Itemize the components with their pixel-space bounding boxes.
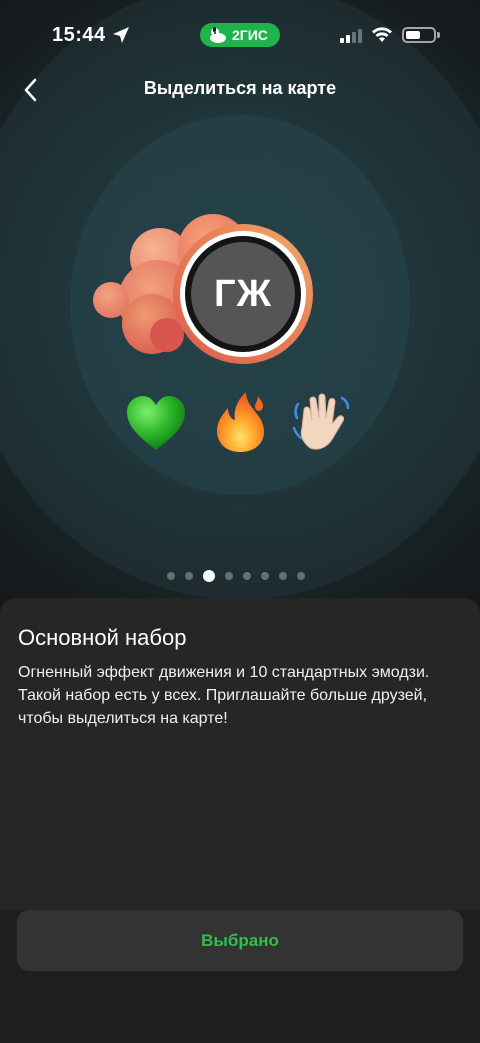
status-bar: 15:44 2ГИС	[0, 0, 480, 70]
status-time: 15:44	[52, 24, 106, 46]
waving-hand-icon	[292, 393, 350, 450]
avatar: ГЖ	[191, 242, 295, 346]
pager-dot-active[interactable]	[203, 570, 215, 582]
pager-dot[interactable]	[225, 572, 233, 580]
selected-button-label: Выбрано	[201, 930, 279, 950]
pager-dots	[167, 570, 305, 582]
battery-icon	[402, 27, 436, 43]
battery-tip	[437, 32, 440, 38]
cellular-signal-icon	[340, 29, 362, 43]
app-badge[interactable]: 2ГИС	[200, 23, 280, 47]
selected-button[interactable]: Выбрано	[17, 910, 463, 971]
battery-level	[406, 31, 420, 39]
wifi-icon	[372, 27, 392, 42]
set-title: Основной набор	[18, 625, 187, 650]
pager-dot[interactable]	[297, 572, 305, 580]
page-title: Выделиться на карте	[143, 78, 337, 98]
app-badge-label: 2ГИС	[232, 27, 268, 43]
location-arrow-icon	[113, 27, 129, 43]
avatar-initials: ГЖ	[214, 272, 272, 315]
pager-dot[interactable]	[243, 572, 251, 580]
pager-dot[interactable]	[185, 572, 193, 580]
green-heart-icon	[127, 396, 185, 450]
pager-dot[interactable]	[167, 572, 175, 580]
dog-logo-icon	[210, 27, 226, 43]
pager-dot[interactable]	[261, 572, 269, 580]
set-description: Огненный эффект движения и 10 стандартны…	[18, 664, 430, 727]
pager-dot[interactable]	[279, 572, 287, 580]
fire-icon	[217, 392, 264, 452]
